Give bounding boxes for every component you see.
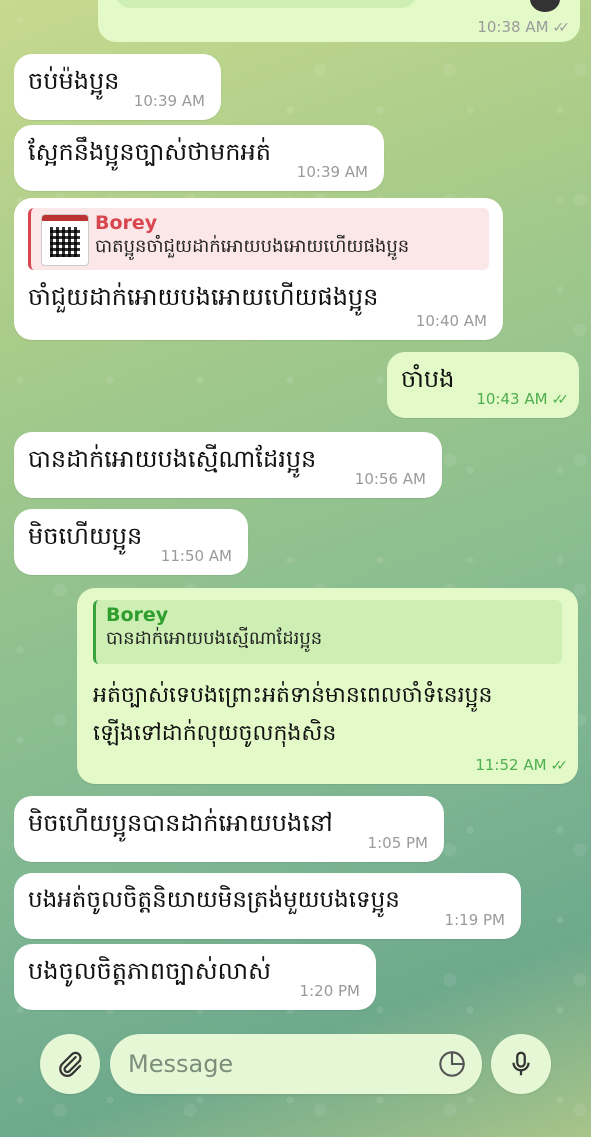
read-checkmarks-icon: ✓✓	[551, 392, 570, 408]
message-bubble-incoming[interactable]: បងអត់ចូលចិត្តនិយាយមិនត្រង់មួយបងទេប្អូន 1…	[14, 873, 521, 939]
reply-quote[interactable]: Borey បាតប្អូនចាំជួយដាក់អោយបងអោយហើយផងប្អ…	[28, 208, 489, 270]
message-bubble-incoming[interactable]: ចប់ម៉ងប្អូន 10:39 AM	[14, 54, 221, 120]
message-bubble-incoming[interactable]: មិចហើយប្អូន 11:50 AM	[14, 509, 248, 575]
message-text: ចាំជួយដាក់អោយបងអោយហើយផងប្អូន	[28, 283, 379, 311]
reply-quote-partial	[116, 0, 416, 8]
message-time: 10:43 AM ✓✓	[476, 390, 570, 408]
attach-button[interactable]	[40, 1034, 100, 1094]
microphone-button[interactable]	[491, 1034, 551, 1094]
read-checkmarks-icon: ✓✓	[550, 758, 569, 774]
paperclip-icon	[59, 1051, 82, 1077]
message-bubble-incoming[interactable]: បងចូលចិត្តភាពច្បាស់លាស់ 1:20 PM	[14, 944, 376, 1010]
composer-bar: Message	[0, 1028, 591, 1100]
microphone-icon	[512, 1051, 530, 1076]
message-bubble-outgoing[interactable]: Borey បានដាក់អោយបងស្មើណាដែរប្អូន អត់ច្បា…	[77, 588, 578, 784]
message-input[interactable]: Message	[110, 1034, 482, 1094]
reply-quote[interactable]: Borey បានដាក់អោយបងស្មើណាដែរប្អូន	[93, 600, 562, 664]
message-time: 10:39 AM	[133, 92, 205, 110]
message-bubble-partial[interactable]: 10:38 AM ✓✓	[98, 0, 580, 42]
message-time: 10:40 AM	[415, 312, 487, 330]
message-text-line-1: អត់ច្បាស់ទេបងព្រោះអត់ទាន់មានពេលចាំទំនេរប…	[93, 683, 493, 708]
message-time: 1:19 PM	[444, 911, 505, 929]
reply-thumbnail-image	[41, 214, 89, 266]
message-time: 11:50 AM	[160, 547, 232, 565]
message-bubble-incoming[interactable]: Borey បាតប្អូនចាំជួយដាក់អោយបងអោយហើយផងប្អ…	[14, 198, 503, 340]
message-text-line-2: ឡើងទៅដាក់លុយចូលកុងសិន	[93, 721, 337, 746]
message-bubble-outgoing[interactable]: ចាំបង 10:43 AM ✓✓	[387, 352, 579, 418]
message-time: 1:05 PM	[367, 834, 428, 852]
read-checkmarks-icon: ✓✓	[552, 20, 571, 36]
message-time: 10:38 AM ✓✓	[477, 18, 571, 36]
reply-text: បាតប្អូនចាំជួយដាក់អោយបងអោយហើយផងប្អូន	[95, 236, 410, 257]
reply-author: Borey	[95, 212, 158, 234]
message-time: 11:52 AM ✓✓	[475, 756, 569, 774]
message-bubble-incoming[interactable]: ស្អែកនឹងប្អូនច្បាស់ថាមកអត់ 10:39 AM	[14, 125, 384, 191]
message-bubble-incoming[interactable]: មិចហើយប្អូនបានដាក់អោយបងនៅ 1:05 PM	[14, 796, 444, 862]
message-placeholder: Message	[128, 1050, 234, 1078]
reply-text: បានដាក់អោយបងស្មើណាដែរប្អូន	[106, 628, 323, 649]
message-text: បងអត់ចូលចិត្តនិយាយមិនត្រង់មួយបងទេប្អូន	[28, 887, 400, 913]
sticker-icon[interactable]	[438, 1050, 466, 1078]
reply-author: Borey	[106, 604, 169, 626]
message-bubble-incoming[interactable]: បានដាក់អោយបងស្មើណាដែរប្អូន 10:56 AM	[14, 432, 442, 498]
message-time: 10:56 AM	[354, 470, 426, 488]
message-time: 10:39 AM	[296, 163, 368, 181]
message-time: 1:20 PM	[299, 982, 360, 1000]
